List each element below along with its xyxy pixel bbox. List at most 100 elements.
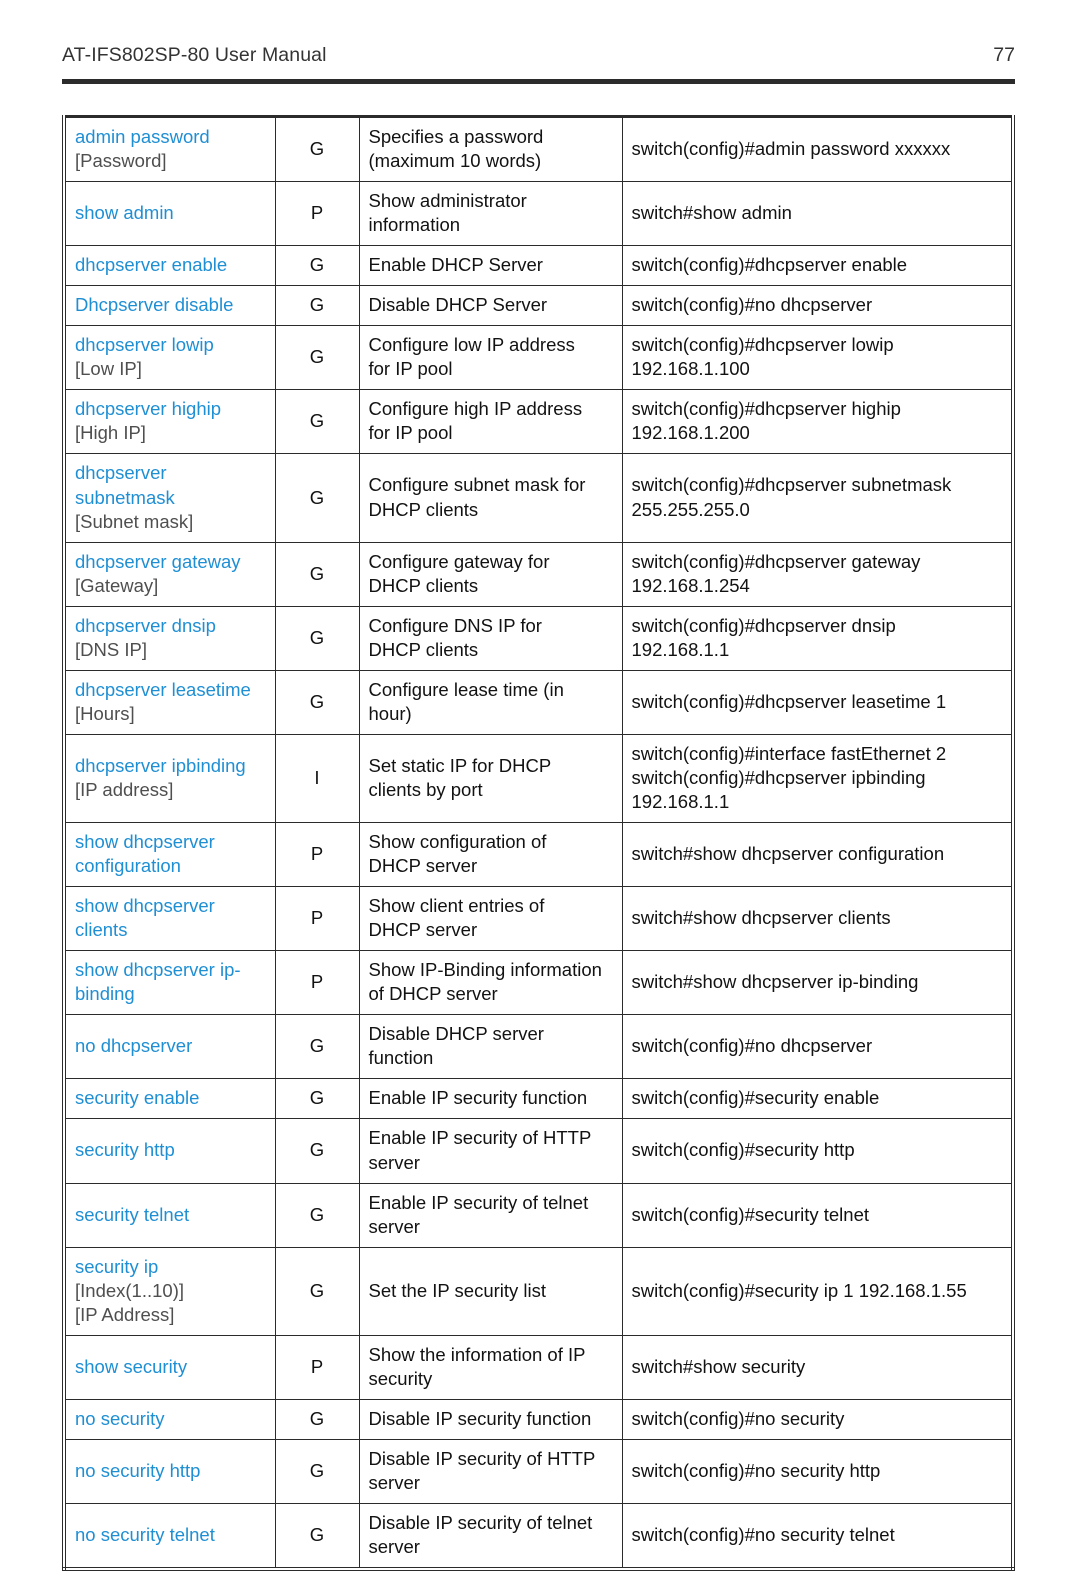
description-cell: Specifies a password (maximum 10 words): [358, 115, 623, 183]
command-parameter: [Password]: [75, 150, 167, 172]
table-row: security enable G Enable IP security funct…: [63, 1078, 1014, 1120]
example-cell: switch(config)#dhcpserver subnetmask 255.…: [621, 453, 1014, 543]
description-cell: Configure low IP address for IP pool: [358, 325, 623, 391]
description-line: DHCP server: [368, 919, 478, 941]
description-cell: Enable IP security function: [358, 1078, 623, 1120]
description-line: information: [368, 214, 461, 236]
command-cell: no security: [63, 1398, 276, 1440]
mode-cell: P: [274, 181, 360, 247]
table-row: show admin P Show administrator information…: [63, 181, 1014, 247]
command-cell: show dhcpserver ip-binding: [63, 950, 276, 1016]
manual-page: AT-IFS802SP-80 User Manual 77 admin pass…: [0, 0, 1080, 1571]
command-cell: security enable: [63, 1078, 276, 1120]
command-cell: dhcpserver leasetime [Hours]: [63, 669, 276, 735]
description-line: Show configuration of: [368, 831, 547, 853]
example-line: 192.168.1.1: [631, 638, 730, 660]
example-cell: switch(config)#interface fastEthernet 2s…: [621, 733, 1014, 824]
command-name: show dhcpserver configuration: [75, 831, 215, 877]
table-row: security ip [Index(1..10)] [IP Address] G Se…: [63, 1246, 1014, 1336]
example-line: switch(config)#dhcpserver ipbinding: [631, 766, 926, 788]
example-line: switch(config)#no security http: [631, 1459, 881, 1481]
table-row: dhcpserver highip [High IP] G Configure hig…: [63, 389, 1014, 455]
example-line: switch(config)#dhcpserver leasetime 1: [631, 690, 947, 712]
command-parameter: [Hours]: [75, 702, 135, 724]
example-line: switch#show dhcpserver configuration: [631, 843, 945, 865]
description-line: security: [368, 1367, 433, 1389]
table-row: admin password [Password] G Specifies a pas…: [63, 115, 1014, 183]
example-cell: switch(config)#security ip 1 192.168.1.5…: [621, 1246, 1014, 1336]
example-line: 192.168.1.200: [631, 422, 750, 444]
description-line: Configure low IP address: [368, 334, 575, 356]
mode-cell: G: [274, 1078, 360, 1120]
command-name: no dhcpserver: [75, 1035, 193, 1057]
table-row: no dhcpserver G Disable DHCP server functio…: [63, 1014, 1014, 1080]
description-line: Show IP-Binding information: [368, 959, 602, 981]
description-line: function: [368, 1047, 434, 1069]
example-line: switch(config)#dhcpserver gateway: [631, 550, 921, 572]
example-line: switch(config)#dhcpserver highip: [631, 398, 901, 420]
command-name: show dhcpserver ip-binding: [75, 959, 241, 1005]
mode-cell: G: [274, 389, 360, 455]
command-cell: admin password [Password]: [63, 115, 276, 183]
mode-cell: G: [274, 285, 360, 327]
example-cell: switch(config)#no dhcpserver: [621, 285, 1014, 327]
example-line: switch(config)#no security: [631, 1407, 845, 1429]
example-line: switch(config)#security ip 1 192.168.1.5…: [631, 1279, 967, 1301]
mode-cell: G: [274, 669, 360, 735]
mode-cell: G: [274, 245, 360, 287]
command-name: dhcpserver subnetmask: [75, 462, 175, 508]
example-line: switch(config)#security telnet: [631, 1203, 870, 1225]
example-line: switch(config)#dhcpserver dnsip: [631, 614, 896, 636]
command-parameter: [High IP]: [75, 422, 146, 444]
description-line: Configure high IP address: [368, 398, 583, 420]
description-cell: Disable IP security function: [358, 1398, 623, 1440]
table-row: no security G Disable IP security function…: [63, 1398, 1014, 1440]
command-parameter: [Gateway]: [75, 574, 159, 596]
description-line: Show administrator: [368, 190, 527, 212]
mode-cell: G: [274, 541, 360, 607]
mode-cell: G: [274, 1438, 360, 1505]
description-line: (maximum 10 words): [368, 150, 542, 172]
command-cell: security http: [63, 1118, 276, 1184]
table-row: no security telnet G Disable IP security o…: [63, 1503, 1014, 1570]
description-line: Disable IP security function: [368, 1407, 592, 1429]
command-cell: show security: [63, 1334, 276, 1400]
mode-cell: P: [274, 950, 360, 1016]
manual-title: AT-IFS802SP-80 User Manual: [62, 44, 327, 66]
description-cell: Show administrator information: [358, 181, 623, 247]
description-line: server: [368, 1215, 420, 1237]
example-line: switch(config)#security http: [631, 1139, 855, 1161]
command-cell: security telnet: [63, 1182, 276, 1248]
example-cell: switch#show dhcpserver clients: [621, 886, 1014, 952]
mode-cell: G: [274, 1182, 360, 1248]
command-cell: dhcpserver ipbinding [IP address]: [63, 733, 276, 824]
mode-cell: G: [274, 1398, 360, 1440]
command-parameter: [Subnet mask]: [75, 510, 194, 532]
example-cell: switch(config)#dhcpserver dnsip 192.168.1…: [621, 605, 1014, 671]
description-line: Configure gateway for: [368, 550, 550, 572]
example-line: switch(config)#dhcpserver subnetmask: [631, 474, 952, 496]
command-cell: dhcpserver enable: [63, 245, 276, 287]
example-cell: switch(config)#dhcpserver leasetime 1: [621, 669, 1014, 735]
description-cell: Configure subnet mask for DHCP clients: [358, 453, 623, 543]
table-row: dhcpserver dnsip [DNS IP] G Configure DNS I…: [63, 605, 1014, 671]
mode-cell: G: [274, 1246, 360, 1336]
example-cell: switch(config)#security http: [621, 1118, 1014, 1184]
description-line: DHCP server: [368, 855, 478, 877]
table-row: dhcpserver subnetmask [Subnet mask] G Confi…: [63, 453, 1014, 543]
description-line: Disable DHCP Server: [368, 294, 548, 316]
example-cell: switch#show dhcpserver configuration: [621, 822, 1014, 888]
example-line: switch(config)#dhcpserver enable: [631, 254, 908, 276]
example-line: switch(config)#no dhcpserver: [631, 1035, 873, 1057]
table-row: dhcpserver lowip [Low IP] G Configure low I…: [63, 325, 1014, 391]
example-cell: switch(config)#no dhcpserver: [621, 1014, 1014, 1080]
description-cell: Configure high IP address for IP pool: [358, 389, 623, 455]
command-cell: show admin: [63, 181, 276, 247]
description-cell: Show the information of IP security: [358, 1334, 623, 1400]
description-cell: Enable IP security of HTTP server: [358, 1118, 623, 1184]
command-name: no security: [75, 1407, 165, 1429]
description-line: Disable IP security of HTTP: [368, 1447, 596, 1469]
table-row: show dhcpserver configuration P Show confi…: [63, 822, 1014, 888]
example-line: switch#show dhcpserver ip-binding: [631, 971, 919, 993]
mode-cell: P: [274, 886, 360, 952]
